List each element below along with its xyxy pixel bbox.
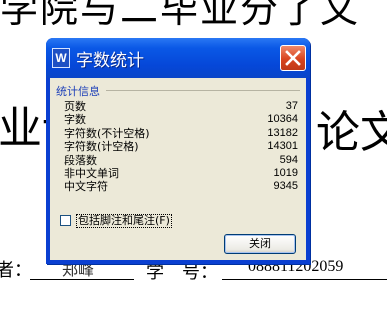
- include-footnotes-checkbox[interactable]: [60, 215, 71, 226]
- author-underline: [30, 279, 134, 280]
- title-close-button[interactable]: [280, 45, 306, 71]
- stat-row-pages: 页数 37: [62, 100, 298, 113]
- stat-label: 段落数: [64, 153, 97, 167]
- document-author-label: 者：: [0, 260, 32, 281]
- stat-label: 中文字符: [64, 180, 108, 194]
- stat-value: 10364: [267, 113, 298, 126]
- dialog-title: 字数统计: [76, 51, 144, 71]
- stat-value: 1019: [273, 166, 298, 179]
- stat-row-chars-with-spaces: 字符数(计空格) 14301: [62, 140, 298, 153]
- stats-list: 页数 37 字数 10364 字符数(不计空格) 13182 字符数(计空格) …: [62, 100, 298, 194]
- stat-value: 594: [279, 153, 298, 166]
- stat-label: 字符数(不计空格): [64, 126, 150, 140]
- document-heading-right: 论文: [316, 107, 387, 158]
- stat-label: 非中文单词: [64, 166, 119, 180]
- word-count-dialog: W 字数统计 统计信息 页数 37 字数 10364 字符数(不计空格) 131…: [46, 38, 310, 264]
- stat-value: 9345: [273, 180, 298, 193]
- stat-value: 13182: [267, 126, 298, 139]
- stat-row-paragraphs: 段落数 594: [62, 154, 298, 167]
- dialog-body: 统计信息 页数 37 字数 10364 字符数(不计空格) 13182 字符数(…: [50, 78, 306, 260]
- close-icon: [285, 50, 301, 66]
- document-top-text: 学院与二毕业分了文: [0, 0, 361, 31]
- word-app-icon: W: [52, 48, 70, 68]
- stat-row-chinese-chars: 中文字符 9345: [62, 180, 298, 193]
- stat-row-non-chinese-words: 非中文单词 1019: [62, 167, 298, 180]
- stat-label: 字符数(计空格): [64, 140, 139, 154]
- dialog-titlebar[interactable]: W 字数统计: [46, 38, 310, 78]
- stat-label: 字数: [64, 113, 86, 127]
- group-divider: [106, 90, 300, 91]
- close-button[interactable]: 关闭: [224, 234, 296, 254]
- student-id-underline: [222, 279, 387, 280]
- stat-value: 14301: [267, 140, 298, 153]
- include-footnotes-label[interactable]: 包括脚注和尾注(F): [76, 214, 172, 228]
- stat-label: 页数: [64, 100, 86, 113]
- stat-row-chars-no-spaces: 字符数(不计空格) 13182: [62, 127, 298, 140]
- stats-group-label: 统计信息: [56, 85, 100, 98]
- stat-row-words: 字数 10364: [62, 113, 298, 126]
- stat-value: 37: [285, 100, 298, 112]
